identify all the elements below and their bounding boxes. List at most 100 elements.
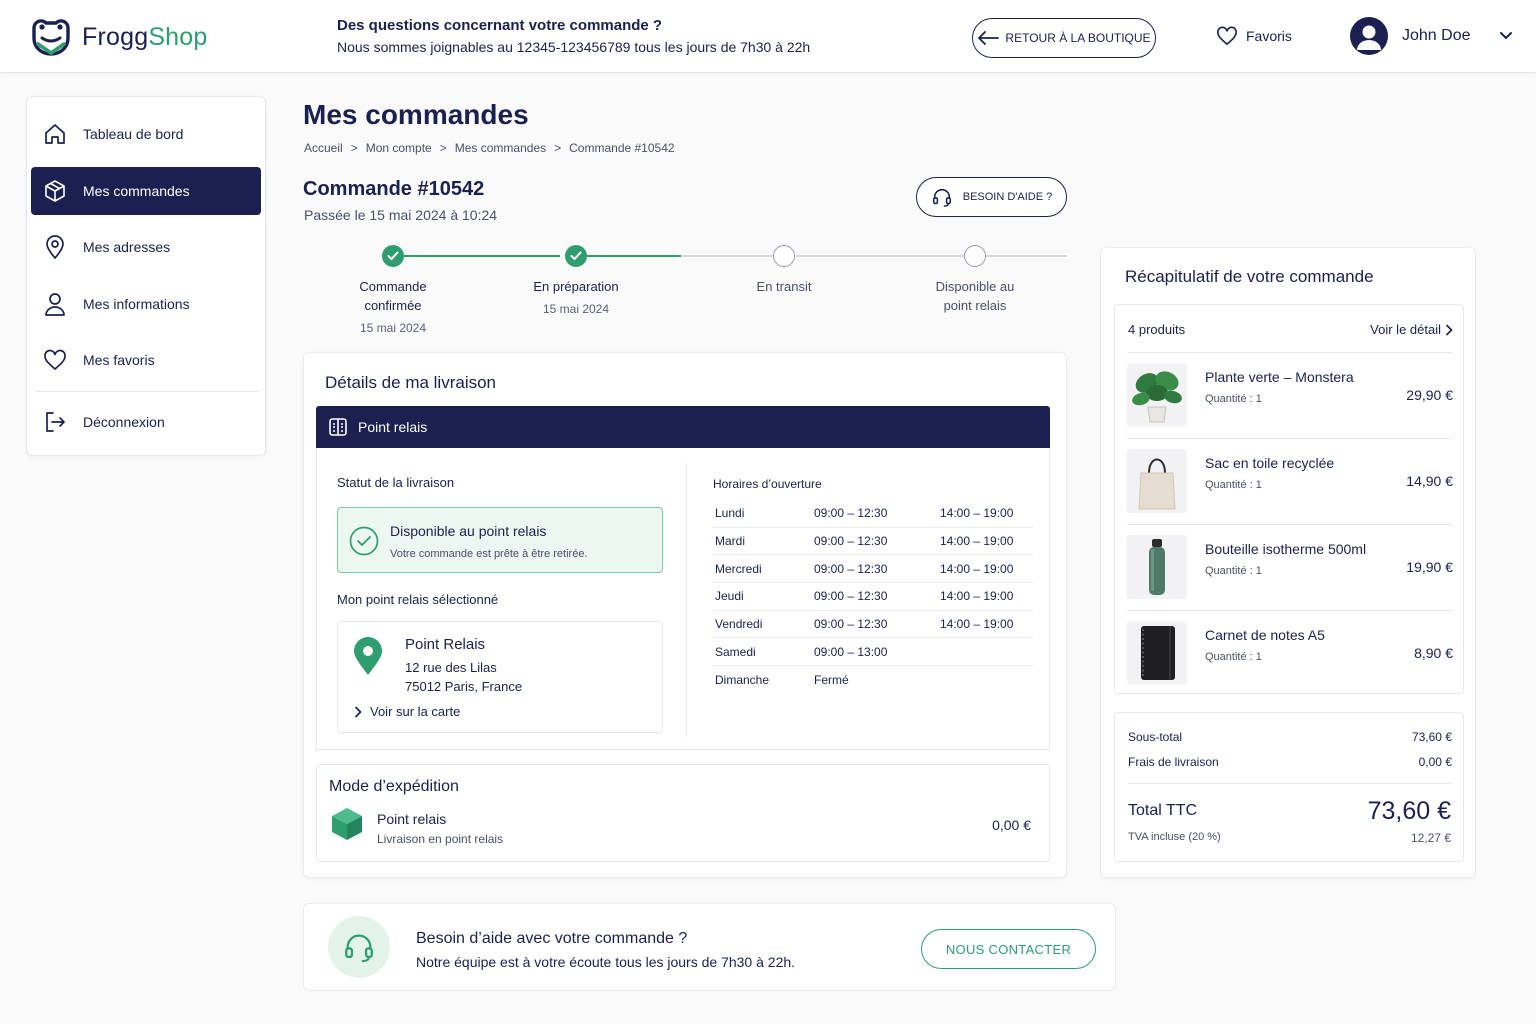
frog-logo-icon	[32, 19, 70, 56]
sidebar-item-favorites[interactable]: Mes favoris	[31, 336, 261, 384]
totals-box: Sous-total 73,60 € Frais de livraison 0,…	[1114, 712, 1464, 862]
subtotal-value: 73,60 €	[1411, 730, 1452, 744]
shipping-method-price: 0,00 €	[992, 817, 1031, 833]
hours-day: Lundi	[715, 506, 745, 521]
step-transit-dot	[773, 245, 795, 267]
product-name: Plante verte – Monstera	[1205, 369, 1354, 385]
stepper-line-pending	[986, 255, 1067, 257]
product-list: 4 produits Voir le détail Plante verte –…	[1114, 304, 1464, 694]
total-value: 73,60 €	[1367, 797, 1451, 825]
hours-morning: 09:00 – 12:30	[814, 506, 888, 521]
logout-button[interactable]: Déconnexion	[31, 398, 261, 446]
breadcrumb-home[interactable]: Accueil	[304, 141, 343, 155]
step-title-line1: Disponible au	[935, 279, 1015, 294]
breadcrumb: Accueil > Mon compte > Mes commandes > C…	[304, 141, 675, 155]
hours-morning: 09:00 – 12:30	[814, 617, 888, 632]
hours-row: Jeudi 09:00 – 12:30 14:00 – 19:00	[713, 583, 1033, 611]
hours-row: Samedi 09:00 – 13:00	[713, 638, 1033, 667]
product-price: 8,90 €	[1414, 645, 1453, 661]
heart-icon	[44, 349, 66, 371]
delivery-details-title: Détails de ma livraison	[325, 373, 497, 392]
page-title: Mes commandes	[303, 99, 529, 130]
sidebar-item-addresses[interactable]: Mes adresses	[31, 223, 261, 271]
arrow-left-icon	[978, 31, 1000, 45]
subtotal-row: Sous-total 73,60 €	[1128, 730, 1452, 744]
user-icon	[45, 293, 65, 316]
product-item[interactable]: Bouteille isotherme 500ml Quantité : 1 1…	[1127, 524, 1453, 610]
hours-day: Vendredi	[715, 617, 763, 632]
relay-point-body: Statut de la livraison Disponible au poi…	[316, 448, 1050, 750]
step-transit-label: En transit	[704, 277, 864, 296]
shipping-method-box: Mode d’expédition Point relais Livraison…	[316, 764, 1050, 862]
shipping-fee-label: Frais de livraison	[1128, 755, 1219, 769]
stepper-line-pending	[681, 255, 773, 257]
shipping-method-desc: Livraison en point relais	[377, 832, 504, 846]
stepper-line-done	[587, 255, 681, 257]
product-name: Bouteille isotherme 500ml	[1205, 541, 1367, 557]
favorites-link[interactable]: Favoris	[1216, 26, 1292, 46]
user-name: John Doe	[1402, 27, 1471, 44]
selected-relay-box: Point Relais 12 rue des Lilas 75012 Pari…	[337, 621, 663, 733]
relay-point-bar-label: Point relais	[358, 419, 428, 435]
product-count: 4 produits	[1128, 322, 1186, 337]
breadcrumb-orders[interactable]: Mes commandes	[455, 141, 546, 155]
step-title-line2: point relais	[943, 298, 1007, 313]
logo[interactable]: FroggShop	[28, 14, 208, 60]
sidebar-item-information[interactable]: Mes informations	[31, 280, 261, 328]
product-item[interactable]: Sac en toile recyclée Quantité : 1 14,90…	[1127, 438, 1453, 524]
breadcrumb-separator: >	[439, 141, 447, 155]
order-date: Passée le 15 mai 2024 à 10:24	[304, 207, 498, 223]
delivery-status-title: Disponible au point relais	[390, 523, 547, 539]
product-quantity: Quantité : 1	[1205, 565, 1262, 577]
sidebar-item-dashboard[interactable]: Tableau de bord	[31, 110, 261, 158]
totals-divider	[1128, 783, 1452, 784]
help-banner: Besoin d’aide avec votre commande ? Notr…	[303, 903, 1116, 991]
top-header: FroggShop Des questions concernant votre…	[0, 0, 1536, 73]
avatar	[1350, 17, 1388, 55]
hours-day: Dimanche	[715, 672, 770, 687]
step-title-line1: Commande	[359, 279, 427, 294]
order-summary-card: Récapitulatif de votre commande 4 produi…	[1100, 247, 1476, 878]
back-to-shop-button[interactable]: RETOUR À LA BOUTIQUE	[972, 18, 1156, 58]
stepper-line-pending	[796, 255, 964, 257]
hours-afternoon: 14:00 – 19:00	[940, 561, 1014, 576]
view-on-map-label: Voir sur la carte	[370, 704, 461, 719]
vertical-divider	[686, 463, 687, 737]
breadcrumb-account[interactable]: Mon compte	[366, 141, 432, 155]
sidebar-item-label: Tableau de bord	[83, 126, 184, 142]
account-sidebar: Tableau de bord Mes commandes Mes adress…	[26, 96, 266, 456]
hours-day: Samedi	[715, 644, 756, 659]
chevron-down-icon[interactable]	[1499, 31, 1513, 41]
opening-hours-label: Horaires d’ouverture	[713, 477, 822, 491]
hours-row: Lundi 09:00 – 12:30 14:00 – 19:00	[713, 500, 1033, 528]
hours-day: Mardi	[715, 534, 746, 549]
user-menu[interactable]: John Doe	[1350, 17, 1513, 55]
sidebar-item-orders[interactable]: Mes commandes	[31, 167, 261, 215]
step-title-line1: En transit	[756, 279, 812, 294]
tva-label: TVA incluse (20 %)	[1128, 831, 1221, 843]
delivery-status-text: Votre commande est prête à être retirée.	[390, 548, 588, 560]
contact-info-text: Nous sommes joignables au 12345-12345678…	[337, 39, 811, 55]
help-title: Besoin d’aide avec votre commande ?	[416, 930, 688, 947]
breadcrumb-current: Commande #10542	[569, 141, 675, 155]
need-help-button[interactable]: BESOIN D'AIDE ?	[916, 177, 1067, 217]
stepper-line-done	[404, 255, 560, 257]
see-detail-link[interactable]: Voir le détail	[1370, 322, 1453, 337]
product-price: 14,90 €	[1406, 473, 1453, 489]
hours-row: Vendredi 09:00 – 12:30 14:00 – 19:00	[713, 611, 1033, 639]
view-on-map-link[interactable]: Voir sur la carte	[354, 704, 460, 719]
home-icon	[45, 124, 65, 144]
favorites-label: Favoris	[1246, 28, 1292, 44]
bottle-image	[1127, 535, 1187, 599]
product-item[interactable]: Carnet de notes A5 Quantité : 1 8,90 €	[1127, 610, 1453, 696]
headset-icon	[345, 934, 373, 963]
product-item[interactable]: Plante verte – Monstera Quantité : 1 29,…	[1127, 352, 1453, 438]
hours-morning: 09:00 – 13:00	[814, 644, 888, 659]
contact-us-button[interactable]: NOUS CONTACTER	[921, 929, 1096, 969]
sidebar-item-label: Mes favoris	[83, 352, 155, 368]
hours-row: Dimanche Fermé	[713, 666, 1033, 694]
relay-name: Point Relais	[405, 636, 486, 653]
step-confirmed-label: Commande confirmée 15 mai 2024	[313, 277, 473, 338]
check-icon	[570, 251, 582, 260]
logout-label: Déconnexion	[83, 414, 165, 430]
